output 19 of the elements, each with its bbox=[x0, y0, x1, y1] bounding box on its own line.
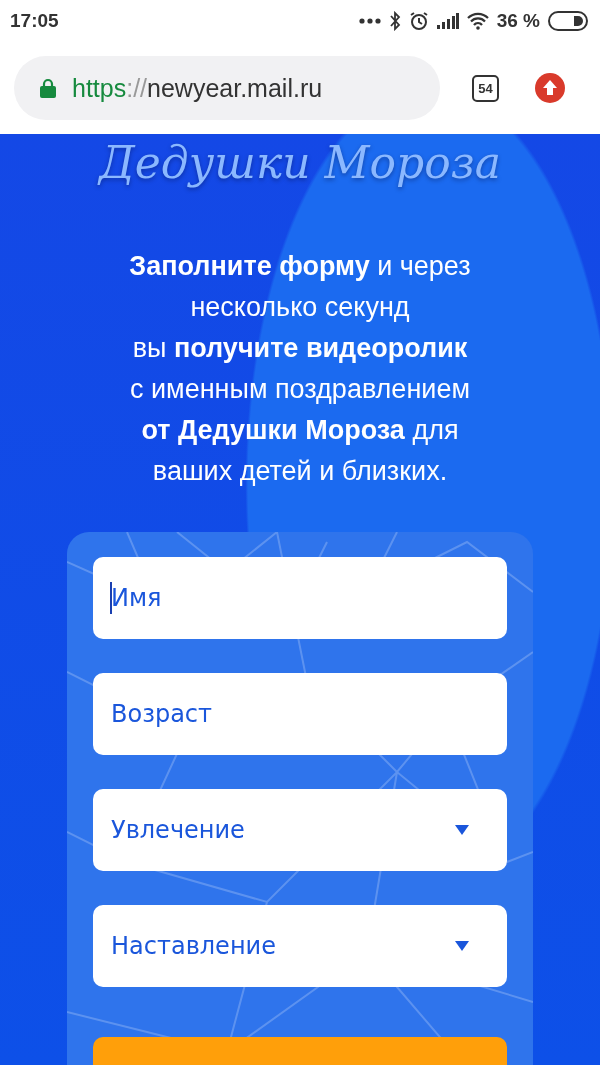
caret-down-icon bbox=[455, 941, 469, 951]
bluetooth-icon bbox=[388, 11, 401, 31]
name-input-field[interactable]: Имя bbox=[93, 557, 507, 639]
intro-text: Заполните форму и через несколько секунд вы получите видеоролик с именным поздравлением от Дедушки Мороза для ваших детей и близких. bbox=[128, 250, 472, 488]
lock-icon bbox=[40, 78, 56, 98]
clock-time: 17:05 bbox=[10, 10, 59, 32]
battery-icon bbox=[548, 11, 588, 31]
signal-icon bbox=[436, 13, 459, 29]
caret-down-icon bbox=[455, 825, 469, 835]
battery-percent: 36 % bbox=[496, 10, 540, 32]
logo-title: Дедушки Мороза bbox=[96, 136, 502, 190]
wifi-icon bbox=[466, 12, 489, 30]
more-dots-icon bbox=[358, 18, 381, 24]
address-field[interactable]: https://newyear.mail.ru bbox=[14, 56, 440, 120]
alarm-clock-icon bbox=[408, 11, 429, 31]
input-field[interactable]: Возраст bbox=[93, 673, 507, 755]
select-field[interactable]: Наставление bbox=[93, 905, 507, 987]
select-field[interactable]: Увлечение bbox=[93, 789, 507, 871]
tab-count-button[interactable]: 54 bbox=[472, 74, 499, 102]
